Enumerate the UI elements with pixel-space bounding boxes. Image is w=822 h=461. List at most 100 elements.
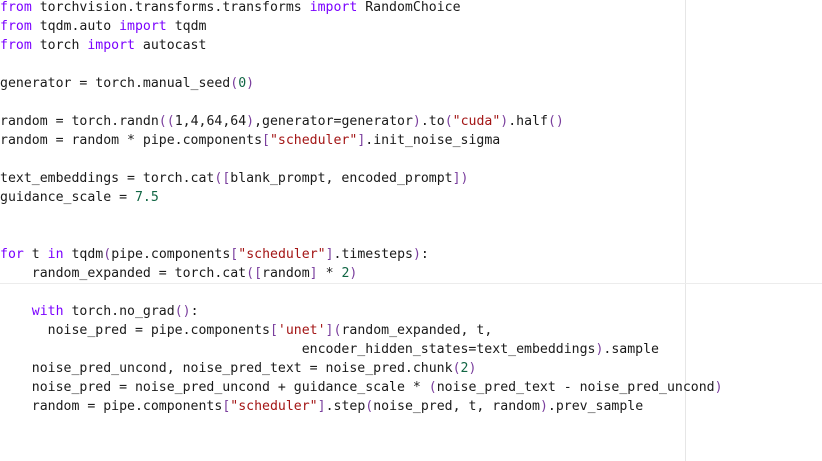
code-line[interactable]: with torch.no_grad(): [0,302,685,321]
code-token: import [309,0,358,15]
code-token: ( [103,247,112,262]
code-lines[interactable]: from torchvision.transforms.transforms i… [0,0,822,416]
code-token: with [31,304,64,319]
code-token: ) [412,247,421,262]
code-token: 7.5 [134,190,159,205]
code-token: .prev_sample [547,399,644,414]
code-line[interactable]: text_embeddings = torch.cat([blank_promp… [0,169,685,188]
code-line[interactable]: from torchvision.transforms.transforms i… [0,0,685,17]
code-token: torch.no_grad [63,304,175,319]
code-token: 'unet' [277,323,326,338]
code-line[interactable] [0,207,685,226]
code-token: "scheduler" [269,133,358,148]
code-token: ) [714,380,723,395]
code-token: * [317,266,342,281]
code-token: "scheduler" [238,247,326,262]
code-token: ) [349,266,358,281]
code-line[interactable]: noise_pred = noise_pred_uncond + guidanc… [0,378,723,397]
code-token: () [174,304,191,319]
code-token: 0 [238,76,247,91]
code-line[interactable] [0,55,685,74]
code-line[interactable]: guidance_scale = 7.5 [0,188,685,207]
code-token: random = random * pipe.components [0,133,263,148]
code-token: random = torch.randn [0,114,159,129]
code-token: ) [468,361,477,376]
code-token: .step [325,399,366,414]
code-line[interactable]: for t in tqdm(pipe.components["scheduler… [0,245,685,264]
code-line[interactable]: random_expanded = torch.cat([random] * 2… [0,264,685,283]
code-line[interactable]: noise_pred = pipe.components['unet'](ran… [0,321,685,340]
code-editor[interactable]: from torchvision.transforms.transforms i… [0,0,822,461]
code-token: ) [246,76,255,91]
code-token: .init_noise_sigma [365,133,501,148]
code-token: torch [31,38,88,53]
code-token: for [0,247,24,262]
code-token: noise_pred = noise_pred_uncond + guidanc… [0,380,429,395]
code-token: import [87,38,135,53]
code-line[interactable]: random = torch.randn((1,4,64,64),generat… [0,112,685,131]
code-token: : [190,304,199,319]
code-token: ]) [452,171,469,186]
code-line[interactable]: encoder_hidden_states=text_embeddings).s… [0,340,685,359]
code-line[interactable]: random = random * pipe.components["sched… [0,131,685,150]
code-token: (( [158,114,175,129]
code-token: ( [230,76,239,91]
code-token: 1,4,64,64 [174,114,247,129]
code-token: "cuda" [452,114,501,129]
code-token: .sample [603,342,659,357]
code-token: [ [262,133,270,148]
code-token: random_expanded = torch.cat [0,266,247,281]
code-token: guidance_scale = [0,190,135,205]
code-token: random = pipe.components [0,399,223,414]
code-line[interactable]: from tqdm.auto import tqdm [0,17,685,36]
code-line[interactable]: random = pipe.components["scheduler"].st… [0,397,685,416]
code-token: ] [317,399,326,414]
code-cell[interactable]: from torchvision.transforms.transforms i… [0,0,822,461]
code-token: random_expanded, t, [341,323,493,338]
code-token: autocast [134,38,207,53]
code-token: ] [309,266,318,281]
code-token: noise_pred_uncond, noise_pred_text = noi… [0,361,453,376]
code-token: tqdm.auto [31,19,120,34]
code-line[interactable] [0,150,685,169]
code-token: import [119,19,167,34]
code-token: ) [539,399,548,414]
code-line[interactable] [0,93,685,112]
code-token: RandomChoice [357,0,461,15]
code-token: noise_pred_text - noise_pred_uncond [436,380,715,395]
code-token: .to [420,114,445,129]
code-token: torchvision.transforms.transforms [31,0,310,15]
code-token: t [23,247,48,262]
code-token: encoder_hidden_states=text_embeddings [0,342,596,357]
code-line[interactable] [0,226,685,245]
code-line[interactable]: from torch import autocast [0,36,685,55]
code-token: from [0,19,32,34]
code-token: ] [325,247,334,262]
code-token: blank_prompt, encoded_prompt [230,171,453,186]
code-token: pipe.components [111,247,231,262]
code-token: from [0,0,32,15]
code-token: ([ [214,171,231,186]
code-token: tqdm [63,247,104,262]
code-token: .half [508,114,548,129]
code-token: random [262,266,310,281]
code-token: .timesteps [333,247,413,262]
code-line[interactable] [0,283,822,302]
code-token: ( [452,361,461,376]
code-token: ) [246,114,255,129]
code-line[interactable]: generator = torch.manual_seed(0) [0,74,685,93]
code-token: ,generator=generator [254,114,413,129]
code-token: ]( [325,323,342,338]
code-token: noise_pred, t, random [373,399,540,414]
code-token: ([ [246,266,263,281]
code-token: from [0,38,32,53]
code-token: tqdm [166,19,207,34]
code-token: ) [412,114,421,129]
code-token: in [47,247,64,262]
code-token: : [420,247,429,262]
code-token: "scheduler" [230,399,318,414]
code-token: generator = torch.manual_seed [0,76,231,91]
code-line[interactable]: noise_pred_uncond, noise_pred_text = noi… [0,359,685,378]
code-token: () [547,114,564,129]
